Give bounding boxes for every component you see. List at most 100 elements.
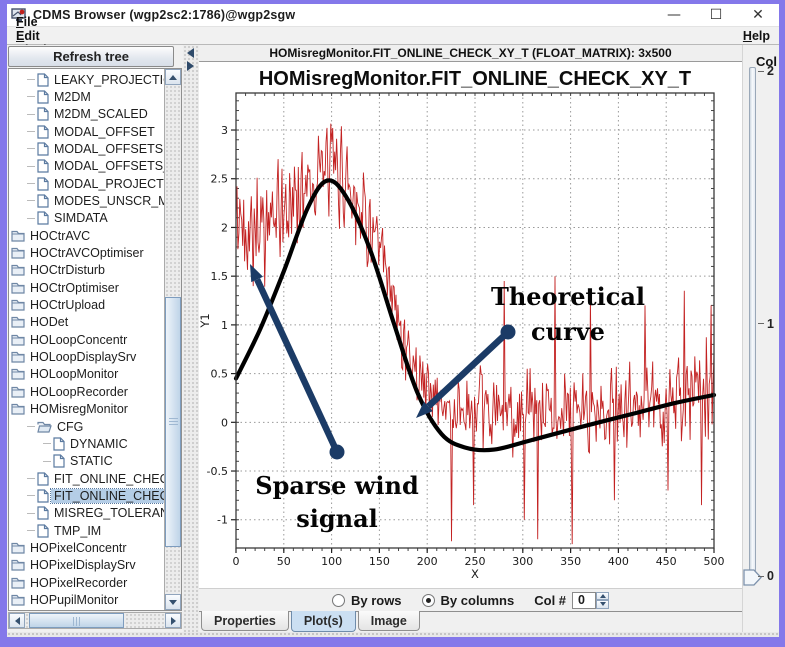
tree-item-hoctravcoptimiser[interactable]: HOCtrAVCOptimiser	[11, 245, 165, 262]
tree-item-label: LEAKY_PROJECTION	[54, 72, 165, 87]
tree-item-hoctravc[interactable]: HOCtrAVC	[11, 227, 165, 244]
tree-branch-line	[43, 443, 51, 445]
y-tick-label: 0.5	[211, 368, 229, 381]
col-number-spinner[interactable]: 0	[572, 591, 610, 609]
tree-item-hoctroptimiser[interactable]: HOCtrOptimiser	[11, 279, 165, 296]
tree-item-hopupilmonitor[interactable]: HOPupilMonitor	[11, 592, 165, 609]
folder-icon	[11, 594, 25, 606]
tree-item-hoctrdisturb[interactable]: HOCtrDisturb	[11, 262, 165, 279]
tab-plots[interactable]: Plot(s)	[290, 611, 356, 632]
document-icon	[37, 90, 49, 104]
by-columns-label: By columns	[440, 592, 515, 608]
close-button[interactable]: ✕	[737, 4, 779, 26]
tree-handle[interactable]	[27, 426, 35, 427]
col-number-value[interactable]: 0	[572, 591, 597, 609]
menu-file[interactable]: File	[7, 15, 69, 29]
by-rows-radio[interactable]: By rows	[331, 593, 402, 608]
by-columns-radio[interactable]: By columns	[421, 592, 515, 608]
radio-icon	[331, 593, 345, 607]
tick-dash	[758, 323, 764, 324]
tree-item-static[interactable]: STATIC	[43, 453, 165, 470]
tree-item-label: HOCtrOptimiser	[30, 280, 119, 295]
col-number-group: Col # 0	[534, 591, 610, 609]
tree-item-label: MISREG_TOLERANCES	[54, 506, 165, 521]
y-tick-label: -1	[217, 514, 228, 527]
tree-item-label: FIT_ONLINE_CHECK_XY_T	[49, 487, 165, 504]
tree-item-modal-offsets-rotat[interactable]: MODAL_OFFSETS_ROTAT	[27, 158, 165, 175]
tree-branch-line	[27, 530, 35, 532]
collapse-left-icon[interactable]	[187, 48, 194, 58]
tree-branch-line	[27, 79, 35, 80]
tree-item-label: HOCtrDisturb	[30, 263, 106, 278]
tab-image[interactable]: Image	[357, 611, 420, 631]
tab-properties[interactable]: Properties	[201, 611, 289, 631]
tree-item-hoctrupload[interactable]: HOCtrUpload	[11, 297, 165, 314]
tree-item-misreg-tolerances[interactable]: MISREG_TOLERANCES	[27, 505, 165, 522]
tree-item-label: DYNAMIC	[70, 436, 128, 451]
tree-item-holoopmonitor[interactable]: HOLoopMonitor	[11, 366, 165, 383]
tree-item-label: HOCtrUpload	[30, 298, 106, 313]
tree-item-holooprecorder[interactable]: HOLoopRecorder	[11, 383, 165, 400]
spinner-up-button[interactable]	[596, 591, 610, 600]
document-icon	[53, 437, 65, 451]
tree-item-holoopconcentr[interactable]: HOLoopConcentr	[11, 331, 165, 348]
annotation-arrow-line	[254, 278, 340, 454]
menu-help[interactable]: Help	[734, 29, 779, 43]
tree-vertical-scrollbar[interactable]	[164, 69, 181, 610]
tree-item-hodet[interactable]: HODet	[11, 314, 165, 331]
tree-item-simdata[interactable]: SIMDATA	[27, 210, 165, 227]
panel-splitter[interactable]	[183, 45, 199, 632]
tree-item-leaky-projection[interactable]: LEAKY_PROJECTION	[27, 71, 165, 88]
tree-item-modal-projection[interactable]: MODAL_PROJECTION	[27, 175, 165, 192]
menu-edit[interactable]: Edit	[7, 29, 69, 43]
tree-item-label: MODAL_OFFSETS_ROTAT	[54, 159, 165, 174]
document-icon	[37, 523, 49, 538]
tree-item-modal-offset[interactable]: MODAL_OFFSET	[27, 123, 165, 140]
tree-item-hopixeldisplaysrv[interactable]: HOPixelDisplaySrv	[11, 557, 165, 574]
y-axis-label: Y1	[199, 313, 212, 328]
vertical-scroll-thumb[interactable]	[165, 297, 181, 547]
folder-icon	[11, 282, 25, 294]
folder-icon	[11, 404, 25, 415]
matrix-header: HOMisregMonitor.FIT_ONLINE_CHECK_XY_T (F…	[199, 45, 742, 62]
annotation-text: Sparse wind	[255, 471, 419, 500]
tree-item-dynamic[interactable]: DYNAMIC	[43, 435, 165, 452]
scroll-left-button[interactable]	[9, 613, 25, 628]
scroll-up-button[interactable]	[165, 69, 181, 85]
tree-item-cfg[interactable]: CFG	[27, 418, 165, 435]
horizontal-scroll-thumb[interactable]	[29, 613, 124, 628]
spinner-down-button[interactable]	[596, 600, 610, 609]
column-slider-panel: Col 210	[742, 45, 779, 632]
col-slider-track[interactable]	[749, 67, 756, 579]
radio-icon	[421, 593, 435, 607]
tree-item-m2dm[interactable]: M2DM	[27, 88, 165, 105]
main-area: Refresh tree LEAKY_PROJECTION M2DM M2DM_SC…	[7, 45, 779, 632]
tree-item-label: MODAL_OFFSETS	[54, 141, 164, 156]
tree-horizontal-scrollbar[interactable]	[8, 612, 182, 629]
tree-item-label: SIMDATA	[54, 211, 108, 226]
refresh-tree-button[interactable]: Refresh tree	[8, 46, 174, 67]
tree-item-tmp-im[interactable]: TMP_IM	[27, 522, 165, 539]
tree-item-m2dm-scaled[interactable]: M2DM_SCALED	[27, 106, 165, 123]
tree-item-hopixelconcentr[interactable]: HOPixelConcentr	[11, 539, 165, 556]
tree-item-homisregmonitor[interactable]: HOMisregMonitor	[11, 401, 165, 418]
tree-item-hopixelrecorder[interactable]: HOPixelRecorder	[11, 574, 165, 591]
tree-item-modal-offsets[interactable]: MODAL_OFFSETS	[27, 140, 165, 157]
minimize-button[interactable]: —	[653, 4, 695, 26]
tree-item-horecn[interactable]: HORecn	[11, 609, 165, 610]
collapse-right-icon[interactable]	[187, 61, 194, 71]
tree-item-fit-online-check-xy-t[interactable]: FIT_ONLINE_CHECK_XY_T	[27, 487, 165, 504]
folder-icon	[11, 351, 25, 363]
thumb-grip	[169, 418, 178, 425]
maximize-button[interactable]: ☐	[695, 4, 737, 26]
x-tick-label: 50	[277, 555, 291, 568]
tree-item-holoopdisplaysrv[interactable]: HOLoopDisplaySrv	[11, 349, 165, 366]
tree-item-modes-unscr-map[interactable]: MODES_UNSCR_MAP	[27, 192, 165, 209]
tree: LEAKY_PROJECTION M2DM M2DM_SCALED MODAL_OFF…	[9, 69, 165, 610]
tree-panel: Refresh tree LEAKY_PROJECTION M2DM M2DM_SC…	[7, 45, 183, 632]
tree-branch-line	[27, 96, 35, 98]
document-icon	[37, 489, 49, 503]
scroll-right-button[interactable]	[165, 613, 181, 628]
scroll-down-button[interactable]	[165, 594, 181, 610]
tree-item-fit-online-check-xy-[interactable]: FIT_ONLINE_CHECK_XY_	[27, 470, 165, 487]
